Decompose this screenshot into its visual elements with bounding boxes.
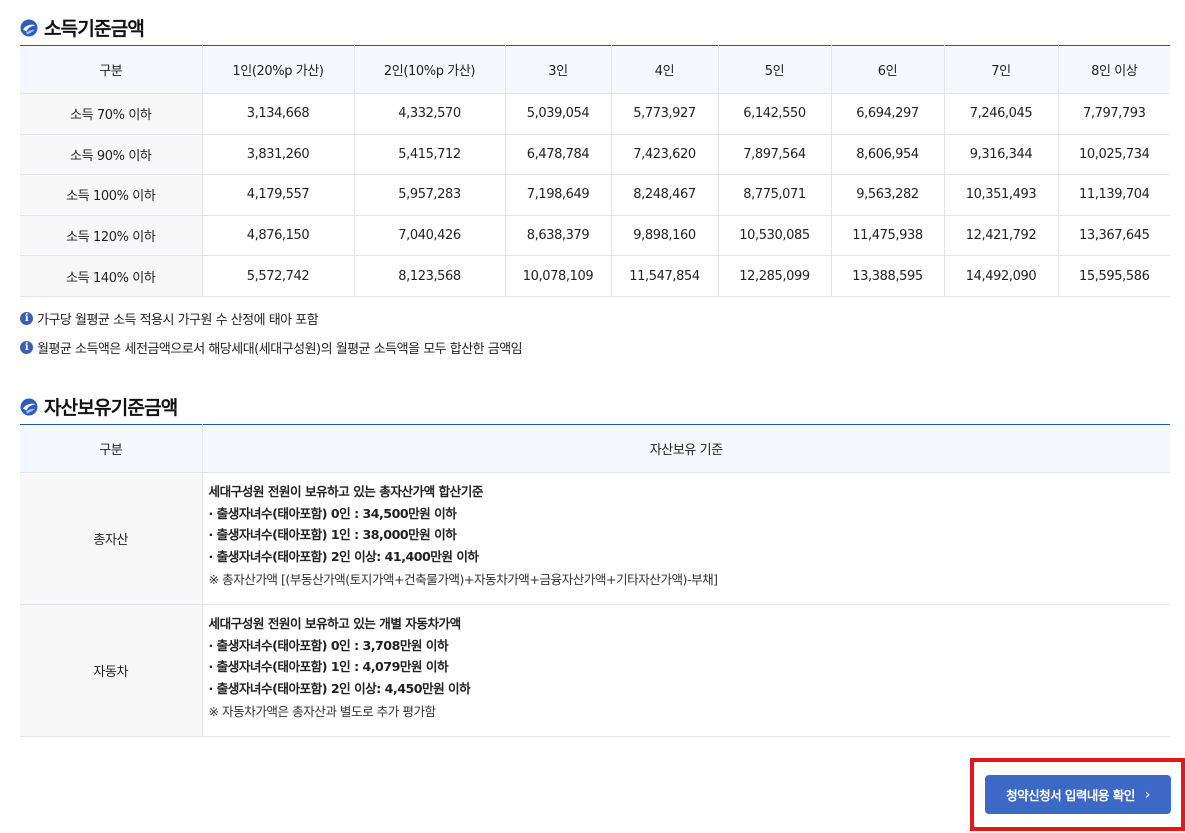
column-header: 7인	[944, 45, 1059, 94]
button-label: 청약신청서 입력내용 확인	[1006, 788, 1135, 803]
table-cell: 13,388,595	[831, 255, 945, 297]
table-cell: 8,775,071	[718, 174, 832, 216]
table-cell: 8,606,954	[831, 134, 945, 176]
criteria-remark: ※ 자동차가액은 총자산과 별도로 추가 평가함	[208, 704, 437, 720]
income-note: i 가구당 월평균 소득 적용시 가구원 수 산정에 태아 포함	[20, 309, 319, 328]
table-cell: 8,248,467	[611, 174, 719, 216]
column-header: 5인	[718, 45, 832, 94]
table-cell: 9,898,160	[611, 215, 719, 257]
table-cell: 10,025,734	[1058, 134, 1170, 176]
column-header: 구분	[20, 45, 203, 94]
criteria-line: 세대구성원 전원이 보유하고 있는 개별 자동차가액	[208, 616, 462, 631]
column-header: 1인(20%p 가산)	[202, 45, 355, 94]
table-cell: 6,142,550	[718, 93, 832, 135]
criteria-line: · 출생자녀수(태아포함) 2인 이상: 4,450만원 이하	[208, 680, 471, 696]
asset-table: 구분 자산보유 기준 총자산 세대구성원 전원이 보유하고 있는 총자산가액 합…	[20, 424, 1170, 737]
table-row: 소득 90% 이하 3,831,260 5,415,712 6,478,784 …	[20, 134, 1170, 176]
column-header: 구분	[20, 424, 203, 473]
criteria-cell: 세대구성원 전원이 보유하고 있는 개별 자동차가액 · 출생자녀수(태아포함)…	[202, 604, 1170, 737]
row-label: 총자산	[20, 472, 203, 605]
row-label: 소득 120% 이하	[20, 215, 203, 257]
table-cell: 10,078,109	[505, 255, 612, 297]
criteria-line: · 출생자녀수(태아포함) 0인 : 34,500만원 이하	[208, 505, 457, 521]
table-cell: 5,572,742	[202, 255, 355, 297]
row-label: 소득 100% 이하	[20, 174, 203, 216]
note-text: 월평균 소득액은 세전금액으로서 해당세대(세대구성원)의 월평균 소득액을 모…	[37, 342, 523, 357]
column-header: 8인 이상	[1058, 45, 1170, 94]
column-header: 2인(10%p 가산)	[354, 45, 506, 94]
table-cell: 13,367,645	[1058, 215, 1170, 257]
table-cell: 10,530,085	[718, 215, 832, 257]
table-cell: 8,638,379	[505, 215, 612, 257]
table-row: 자동차 세대구성원 전원이 보유하고 있는 개별 자동차가액 · 출생자녀수(태…	[20, 604, 1170, 737]
section-heading: 자산보유기준금액	[44, 397, 178, 419]
table-cell: 9,563,282	[831, 174, 945, 216]
table-cell: 7,797,793	[1058, 93, 1170, 135]
chevron-right-icon: ›	[1144, 786, 1151, 803]
table-cell: 11,475,938	[831, 215, 945, 257]
row-label: 소득 90% 이하	[20, 134, 203, 176]
column-header: 6인	[831, 45, 945, 94]
table-cell: 5,415,712	[354, 134, 506, 176]
table-row: 소득 70% 이하 3,134,668 4,332,570 5,039,054 …	[20, 93, 1170, 135]
table-cell: 14,492,090	[944, 255, 1059, 297]
table-cell: 10,351,493	[944, 174, 1059, 216]
table-cell: 6,478,784	[505, 134, 612, 176]
table-header-row: 구분 자산보유 기준	[20, 424, 1170, 473]
criteria-line: · 출생자녀수(태아포함) 1인 : 38,000만원 이하	[208, 527, 457, 543]
note-text: 가구당 월평균 소득 적용시 가구원 수 산정에 태아 포함	[37, 313, 319, 328]
table-cell: 4,876,150	[202, 215, 355, 257]
table-cell: 7,198,649	[505, 174, 612, 216]
criteria-cell: 세대구성원 전원이 보유하고 있는 총자산가액 합산기준 · 출생자녀수(태아포…	[202, 472, 1170, 605]
table-cell: 11,547,854	[611, 255, 719, 297]
table-cell: 3,831,260	[202, 134, 355, 176]
table-row: 소득 120% 이하 4,876,150 7,040,426 8,638,379…	[20, 215, 1170, 257]
section-heading: 소득기준금액	[44, 18, 145, 40]
table-row: 소득 100% 이하 4,179,557 5,957,283 7,198,649…	[20, 174, 1170, 216]
table-row: 소득 140% 이하 5,572,742 8,123,568 10,078,10…	[20, 255, 1170, 297]
table-cell: 8,123,568	[354, 255, 506, 297]
column-header: 자산보유 기준	[202, 424, 1170, 473]
table-cell: 7,423,620	[611, 134, 719, 176]
row-label: 소득 140% 이하	[20, 255, 203, 297]
column-header: 3인	[505, 45, 612, 94]
table-cell: 5,773,927	[611, 93, 719, 135]
income-note: i 월평균 소득액은 세전금액으로서 해당세대(세대구성원)의 월평균 소득액을…	[20, 338, 523, 357]
asset-section-title: 자산보유기준금액	[20, 393, 178, 420]
table-cell: 12,421,792	[944, 215, 1059, 257]
criteria-line: 세대구성원 전원이 보유하고 있는 총자산가액 합산기준	[208, 484, 484, 499]
table-row: 총자산 세대구성원 전원이 보유하고 있는 총자산가액 합산기준 · 출생자녀수…	[20, 472, 1170, 605]
confirm-application-button[interactable]: 청약신청서 입력내용 확인 ›	[985, 775, 1171, 814]
table-cell: 5,957,283	[354, 174, 506, 216]
table-cell: 7,246,045	[944, 93, 1059, 135]
swirl-icon	[20, 398, 38, 415]
income-table: 구분 1인(20%p 가산) 2인(10%p 가산) 3인 4인 5인 6인 7…	[20, 45, 1170, 297]
table-cell: 6,694,297	[831, 93, 945, 135]
criteria-remark: ※ 총자산가액 [(부동산가액(토지가액+건축물가액)+자동차가액+금융자산가액…	[208, 572, 719, 588]
criteria-line: · 출생자녀수(태아포함) 0인 : 3,708만원 이하	[208, 637, 449, 653]
table-cell: 15,595,586	[1058, 255, 1170, 297]
column-header: 4인	[611, 45, 719, 94]
table-cell: 11,139,704	[1058, 174, 1170, 216]
table-cell: 12,285,099	[718, 255, 832, 297]
table-header-row: 구분 1인(20%p 가산) 2인(10%p 가산) 3인 4인 5인 6인 7…	[20, 45, 1170, 94]
info-icon: i	[20, 312, 33, 325]
table-cell: 3,134,668	[202, 93, 355, 135]
income-section-title: 소득기준금액	[20, 14, 145, 41]
table-cell: 4,332,570	[354, 93, 506, 135]
criteria-line: · 출생자녀수(태아포함) 2인 이상: 41,400만원 이하	[208, 548, 479, 564]
table-cell: 9,316,344	[944, 134, 1059, 176]
row-label: 자동차	[20, 604, 203, 737]
swirl-icon	[20, 19, 38, 36]
table-cell: 7,040,426	[354, 215, 506, 257]
row-label: 소득 70% 이하	[20, 93, 203, 135]
info-icon: i	[20, 341, 33, 354]
table-cell: 7,897,564	[718, 134, 832, 176]
table-cell: 5,039,054	[505, 93, 612, 135]
table-cell: 4,179,557	[202, 174, 355, 216]
criteria-line: · 출생자녀수(태아포함) 1인 : 4,079만원 이하	[208, 659, 449, 675]
